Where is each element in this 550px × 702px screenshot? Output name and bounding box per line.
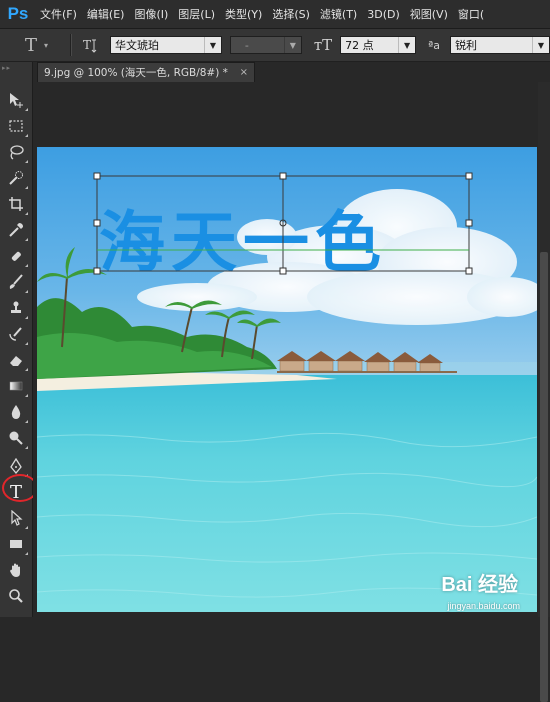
move-tool-icon[interactable] — [4, 88, 28, 112]
menu-window[interactable]: 窗口( — [458, 6, 484, 22]
rectangle-tool-icon[interactable] — [4, 532, 28, 556]
type-tool-preset-icon[interactable]: T — [20, 34, 42, 56]
tools-panel: ▸▸ T — [0, 62, 33, 617]
chevron-down-icon: ▼ — [532, 37, 549, 53]
photoshop-logo: Ps — [7, 4, 29, 23]
text-layer[interactable]: 海天一色 — [99, 204, 387, 281]
font-size-select[interactable]: 72 点 ▼ — [340, 36, 417, 54]
text-orientation-icon[interactable]: T — [80, 35, 100, 55]
font-style-select[interactable]: - ▼ — [229, 36, 302, 54]
zoom-tool-icon[interactable] — [4, 584, 28, 608]
options-bar: T ▾ T 华文琥珀 ▼ - ▼ тT 72 点 ▼ ªa 锐利 ▼ — [0, 29, 550, 62]
font-size-value: 72 点 — [345, 39, 374, 52]
menu-file[interactable]: 文件(F) — [40, 6, 77, 22]
tool-preset-arrow-icon[interactable]: ▾ — [44, 41, 48, 50]
vertical-scrollbar[interactable] — [538, 82, 550, 702]
watermark-url: jingyan.baidu.com — [447, 601, 520, 611]
svg-text:T: T — [83, 38, 91, 52]
menu-select[interactable]: 选择(S) — [272, 6, 310, 22]
marquee-tool-icon[interactable] — [4, 114, 28, 138]
chevron-down-icon: ▼ — [203, 37, 221, 53]
antialias-select[interactable]: 锐利 ▼ — [450, 36, 550, 54]
beach-photo: 海天一色 — [37, 147, 537, 612]
antialias-icon: ªa — [428, 38, 441, 52]
menu-type[interactable]: 类型(Y) — [225, 6, 262, 22]
chevron-down-icon: ▼ — [283, 37, 301, 53]
menu-view[interactable]: 视图(V) — [410, 6, 448, 22]
antialias-value: 锐利 — [455, 39, 478, 52]
brush-tool-icon[interactable] — [4, 270, 28, 294]
gradient-tool-icon[interactable] — [4, 374, 28, 398]
menu-edit[interactable]: 编辑(E) — [87, 6, 125, 22]
healing-brush-tool-icon[interactable] — [4, 244, 28, 268]
blur-tool-icon[interactable] — [4, 400, 28, 424]
crop-tool-icon[interactable] — [4, 192, 28, 216]
panel-grip-icon[interactable]: ▸▸ — [2, 64, 30, 72]
scrollbar-thumb[interactable] — [540, 252, 548, 702]
hand-tool-icon[interactable] — [4, 558, 28, 582]
chevron-down-icon: ▼ — [398, 37, 415, 53]
close-icon[interactable]: × — [240, 67, 248, 78]
baidu-watermark: Bai 经验 — [441, 574, 518, 596]
font-family-select[interactable]: 华文琥珀 ▼ — [109, 36, 222, 54]
document-tab-title: 9.jpg @ 100% (海天一色, RGB/8#) * — [44, 67, 228, 79]
document-tab[interactable]: 9.jpg @ 100% (海天一色, RGB/8#) * × — [37, 62, 255, 82]
lasso-tool-icon[interactable] — [4, 140, 28, 164]
menu-3d[interactable]: 3D(D) — [367, 8, 400, 21]
menu-bar: Ps 文件(F) 编辑(E) 图像(I) 图层(L) 类型(Y) 选择(S) 滤… — [0, 0, 550, 29]
eraser-tool-icon[interactable] — [4, 348, 28, 372]
eyedropper-tool-icon[interactable] — [4, 218, 28, 242]
font-size-icon: тT — [313, 36, 333, 54]
divider — [70, 34, 72, 56]
menu-layer[interactable]: 图层(L) — [178, 6, 215, 22]
document-image[interactable]: 海天一色 — [37, 147, 537, 612]
clone-stamp-tool-icon[interactable] — [4, 296, 28, 320]
font-style-value: - — [244, 38, 249, 52]
history-brush-tool-icon[interactable] — [4, 322, 28, 346]
font-family-value: 华文琥珀 — [114, 39, 159, 52]
menu-filter[interactable]: 滤镜(T) — [320, 6, 357, 22]
quick-selection-tool-icon[interactable] — [4, 166, 28, 190]
path-selection-tool-icon[interactable] — [4, 506, 28, 530]
menu-image[interactable]: 图像(I) — [134, 6, 168, 22]
dodge-tool-icon[interactable] — [4, 426, 28, 450]
